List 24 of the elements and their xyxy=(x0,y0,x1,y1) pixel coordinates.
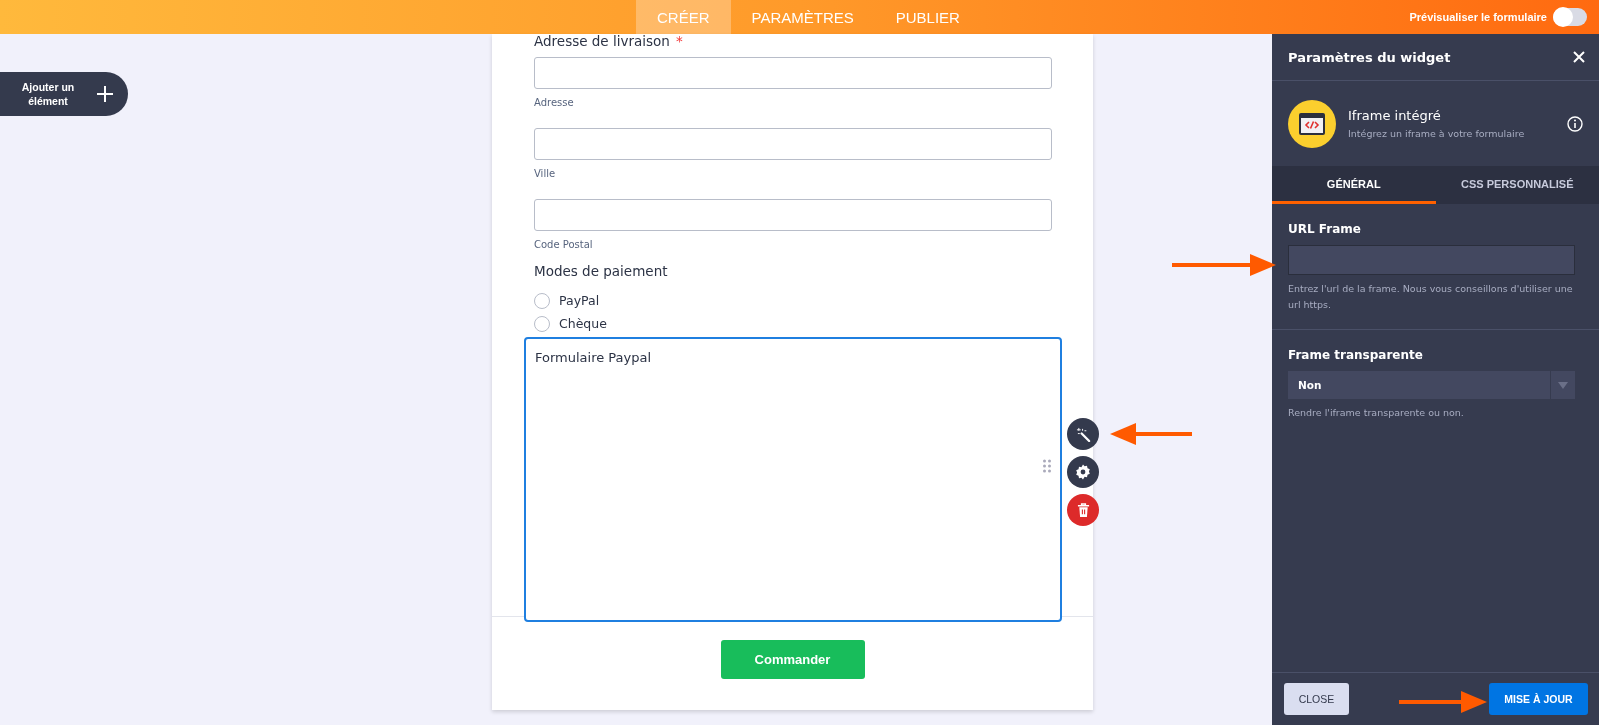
radio-label: PayPal xyxy=(559,293,600,308)
update-button[interactable]: MISE À JOUR xyxy=(1489,683,1588,715)
add-element-button[interactable]: Ajouter un élément xyxy=(0,72,128,116)
widget-name: Iframe intégré xyxy=(1348,108,1442,123)
field-hint: Rendre l'iframe transparente ou non. xyxy=(1288,406,1465,420)
selected-widget[interactable]: Formulaire Paypal xyxy=(524,337,1062,622)
required-mark: * xyxy=(675,33,683,51)
field-sublabel: Ville xyxy=(534,167,557,181)
widget-text: Formulaire Paypal xyxy=(535,350,652,365)
panel-tab[interactable]: GÉNÉRAL xyxy=(1272,166,1436,204)
select-dropdown[interactable]: Non xyxy=(1288,371,1575,399)
widget-description: Intégrez un iframe à votre formulaire xyxy=(1348,128,1526,139)
field-label: URL Frame xyxy=(1288,222,1362,236)
field-label: Adresse de livraison xyxy=(534,33,670,51)
radio-label: Chèque xyxy=(559,316,607,331)
field-label: Modes de paiement xyxy=(534,263,669,281)
close-button[interactable]: CLOSE xyxy=(1284,683,1349,715)
preview-label: Prévisualiser le formulaire xyxy=(1409,11,1547,23)
panel-tab[interactable]: CSS PERSONNALISÉ xyxy=(1435,166,1599,204)
field-sublabel: Code Postal xyxy=(534,238,594,252)
field-label: Frame transparente xyxy=(1288,348,1424,362)
panel-title: Paramètres du widget xyxy=(1288,49,1451,65)
field-sublabel: Adresse xyxy=(534,96,575,110)
field-hint: Entrez l'url de la frame. Nous vous conseillons d'utiliser une url https. xyxy=(1288,282,1574,312)
